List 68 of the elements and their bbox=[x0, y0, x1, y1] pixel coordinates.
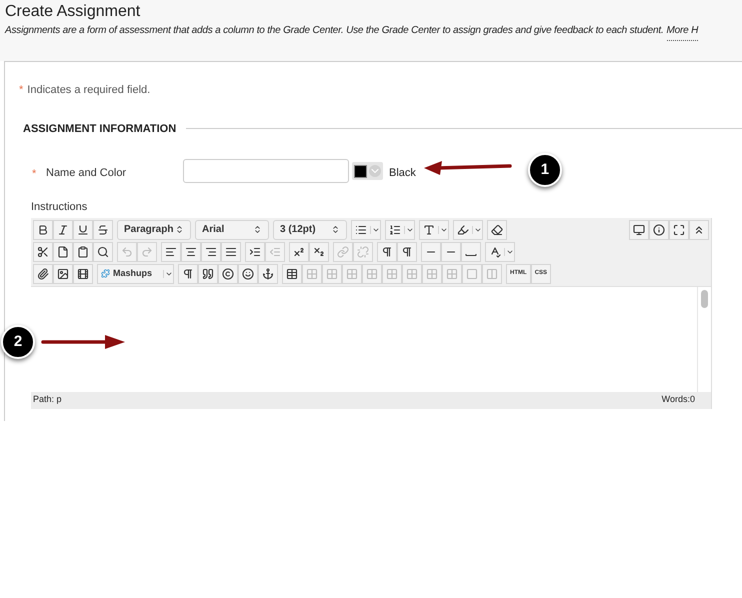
numbered-list-icon bbox=[389, 224, 401, 236]
dropdown-button[interactable] bbox=[453, 220, 483, 240]
copy-icon[interactable] bbox=[53, 242, 73, 262]
dropdown-button[interactable] bbox=[419, 220, 449, 240]
image-icon[interactable] bbox=[53, 264, 73, 284]
required-marker: * bbox=[19, 83, 24, 98]
spellcheck-icon bbox=[489, 246, 501, 258]
page-description: Assignments are a form of assessment that adds a column to the Grade Center. Use the Grade Center to assign grades and give feedback to each student. bbox=[5, 24, 664, 38]
callout-badge: 1 bbox=[528, 153, 562, 187]
toolbar-select[interactable]: Arial bbox=[195, 220, 269, 240]
collapse-icon[interactable] bbox=[689, 220, 709, 240]
smiley-icon[interactable] bbox=[238, 264, 258, 284]
copyright-icon[interactable] bbox=[218, 264, 238, 284]
subscript-icon[interactable] bbox=[309, 242, 329, 262]
strikethrough-icon[interactable] bbox=[93, 220, 113, 240]
superscript-icon[interactable] bbox=[289, 242, 309, 262]
element-path: Path: p bbox=[33, 393, 62, 406]
pilcrow-icon[interactable] bbox=[178, 264, 198, 284]
film-icon[interactable] bbox=[73, 264, 93, 284]
pilcrow-icon[interactable] bbox=[377, 242, 397, 262]
align-left-icon[interactable] bbox=[161, 242, 181, 262]
color-picker[interactable] bbox=[352, 162, 383, 180]
caret-icon bbox=[331, 225, 340, 234]
paste-icon[interactable] bbox=[73, 242, 93, 262]
pilcrow-icon[interactable] bbox=[397, 242, 417, 262]
cell-icon[interactable] bbox=[462, 264, 482, 284]
arrow-icon bbox=[424, 161, 512, 175]
toolbar-select[interactable]: 3 (12pt) bbox=[273, 220, 347, 240]
section-heading: ASSIGNMENT INFORMATION bbox=[23, 122, 176, 136]
word-count: Words:0 bbox=[662, 393, 695, 406]
text-color-icon bbox=[423, 224, 435, 236]
bold-icon[interactable] bbox=[33, 220, 53, 240]
caret-icon bbox=[175, 225, 184, 234]
arrow-icon bbox=[41, 335, 125, 349]
puzzle-icon bbox=[101, 269, 110, 278]
anchor-icon[interactable] bbox=[258, 264, 278, 284]
indent-icon[interactable] bbox=[245, 242, 265, 262]
name-input[interactable] bbox=[183, 159, 349, 183]
page-title: Create Assignment bbox=[5, 2, 142, 22]
toolbar-select[interactable]: Paragraph bbox=[117, 220, 191, 240]
required-note: Indicates a required field. bbox=[27, 83, 150, 98]
space-icon[interactable] bbox=[461, 242, 481, 262]
table-icon[interactable] bbox=[282, 264, 302, 284]
fullscreen-icon[interactable] bbox=[669, 220, 689, 240]
field-label: Name and Color bbox=[46, 166, 128, 181]
paperclip-icon[interactable] bbox=[33, 264, 53, 284]
highlighter-icon bbox=[457, 224, 469, 236]
dropdown-button[interactable] bbox=[485, 242, 515, 262]
underline-icon[interactable] bbox=[73, 220, 93, 240]
align-right-icon[interactable] bbox=[201, 242, 221, 262]
italic-icon[interactable] bbox=[53, 220, 73, 240]
color-name: Black bbox=[389, 166, 416, 181]
instructions-label: Instructions bbox=[30, 200, 88, 215]
dropdown-button[interactable] bbox=[351, 220, 381, 240]
justify-icon[interactable] bbox=[221, 242, 241, 262]
cut-icon[interactable] bbox=[33, 242, 53, 262]
caret-icon bbox=[253, 225, 262, 234]
required-marker: * bbox=[32, 167, 38, 182]
help-link[interactable]: More H bbox=[666, 22, 698, 41]
mashups-dropdown[interactable]: Mashups bbox=[97, 264, 174, 284]
eraser-icon[interactable] bbox=[487, 220, 507, 240]
info-icon[interactable] bbox=[649, 220, 669, 240]
monitor-icon[interactable] bbox=[629, 220, 649, 240]
align-center-icon[interactable] bbox=[181, 242, 201, 262]
search-icon[interactable] bbox=[93, 242, 113, 262]
caret-icon bbox=[369, 165, 381, 177]
quote-icon[interactable] bbox=[198, 264, 218, 284]
dropdown-button[interactable] bbox=[385, 220, 415, 240]
